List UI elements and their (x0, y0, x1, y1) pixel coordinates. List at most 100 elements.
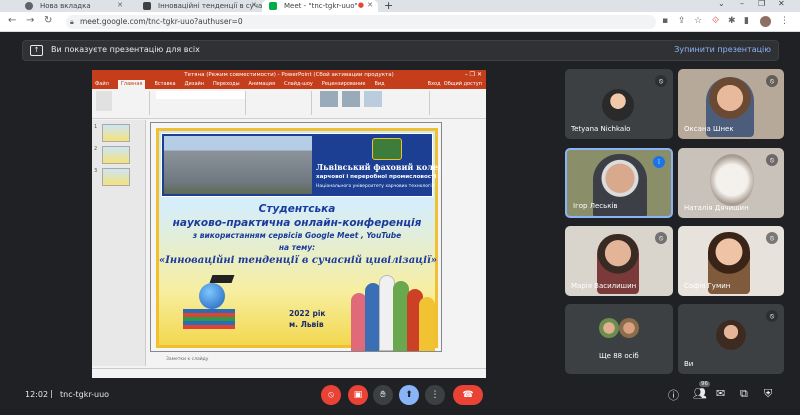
reload-icon[interactable]: ↻ (44, 15, 52, 26)
participant-name: Tetyana Nichkalo (571, 125, 631, 133)
graduation-cap-icon (209, 275, 235, 283)
mic-off-icon: ⦸ (766, 154, 778, 166)
ppt-menu-right: Вход Общий доступ (427, 81, 482, 87)
profile-avatar[interactable] (760, 16, 771, 27)
participant-name: Ви (684, 360, 694, 368)
close-window-icon[interactable]: ✕ (778, 0, 785, 8)
activities-icon[interactable]: ⧉ (740, 387, 748, 401)
participant-tile[interactable]: ⦸ Марія Василишин (565, 226, 673, 296)
mic-off-icon: ⦸ (766, 75, 778, 87)
arrange-icon (342, 91, 360, 107)
extension-icon[interactable]: ⟐ (712, 16, 719, 26)
tab-search-icon[interactable]: ▮ (744, 16, 749, 26)
close-tab-icon[interactable]: ✕ (117, 1, 123, 9)
participant-tile[interactable]: ⦸ Оксана Шнек (678, 69, 784, 139)
slide-thumbnail (102, 168, 130, 186)
close-tab-icon[interactable]: ✕ (251, 1, 257, 9)
camera-toggle-button[interactable]: ▣ (348, 385, 368, 405)
back-icon[interactable]: ← (8, 15, 16, 26)
slide-thumbnails: 1 2 3 (92, 120, 146, 366)
close-tab-icon[interactable]: ✕ (367, 1, 373, 9)
participant-name: Софія Гумин (684, 282, 731, 290)
slide-content: Львівський фаховий коледж харчової і пер… (156, 128, 442, 351)
url-text: meet.google.com/tnc-tgkr-uuo?authuser=0 (80, 17, 243, 26)
ppt-window-controls-icon: – ❐ ✕ (464, 71, 482, 78)
present-button[interactable]: ⬆ (399, 385, 419, 405)
more-participants-label: Ще 88 осіб (599, 352, 639, 360)
minimize-icon[interactable]: – (740, 0, 744, 8)
menu-icon[interactable]: ⋮ (780, 16, 789, 26)
self-tile[interactable]: ⦸ Ви (678, 304, 784, 374)
address-bar: ← → ↻ 🔒︎ meet.google.com/tnc-tgkr-uuo?au… (0, 12, 800, 32)
url-field[interactable]: 🔒︎ meet.google.com/tnc-tgkr-uuo?authuser… (66, 15, 656, 29)
paragraph-group-icon (252, 91, 312, 115)
chat-icon[interactable]: ✉︎ (716, 387, 725, 400)
shared-screen: Тетяна (Режим совместимости) - PowerPoin… (92, 70, 486, 378)
college-building-image (164, 136, 312, 194)
star-icon[interactable]: ☆ (694, 16, 702, 26)
people-icon[interactable]: 👥︎ (693, 387, 707, 400)
slide-city: м. Львів (289, 320, 324, 329)
college-emblem-icon (372, 138, 402, 160)
quick-styles-icon (364, 91, 382, 107)
participant-tile[interactable]: ⁞ Ігор Леськів (565, 148, 673, 218)
slide-year: 2022 рік (289, 309, 326, 318)
paste-icon (96, 91, 112, 111)
maximize-icon[interactable]: ❐ (758, 0, 765, 8)
browser-tab-bar: Нова вкладка ✕ Інноваційні тенденції в с… (0, 0, 800, 12)
chevron-down-icon[interactable]: ⌄ (718, 0, 725, 8)
participant-tile[interactable]: ⦸ Наталія Дячишин (678, 148, 784, 218)
avatar (599, 318, 619, 338)
presentation-banner: ↑ Ви показуєте презентацію для всіх Зупи… (22, 40, 779, 61)
shapes-icon (320, 91, 338, 107)
stop-presenting-button[interactable]: Зупинити презентацію (674, 45, 771, 54)
avatar (716, 320, 746, 350)
slide-notes: Заметки к слайду (166, 357, 209, 362)
ppt-menu-item: Вставка (154, 81, 176, 87)
tab-meet[interactable]: Meet - "tnc-tgkr-uuo" ● ✕ (262, 0, 378, 12)
host-controls-icon[interactable]: ⛨ (764, 387, 772, 401)
participant-count-badge: 96 (699, 381, 710, 387)
ppt-menu-item: Главная (117, 80, 146, 89)
ppt-ribbon (92, 89, 486, 119)
slide-canvas: Львівський фаховий коледж харчової і пер… (150, 122, 442, 352)
college-name-line1: Львівський фаховий коледж (316, 162, 442, 172)
participant-name: Марія Василишин (571, 282, 637, 290)
font-group-icon (156, 91, 246, 115)
leave-call-button[interactable]: ☎︎ (453, 385, 483, 405)
college-banner: Львівський фаховий коледж харчової і пер… (161, 133, 442, 197)
more-options-button[interactable]: ⋮ (425, 385, 445, 405)
tab-label: Інноваційні тенденції в сучасн... (158, 2, 262, 10)
participant-name: Ігор Леськів (573, 202, 618, 210)
mic-off-icon: ⦸ (655, 232, 667, 244)
ppt-menu-item: Слайд-шоу (283, 81, 313, 87)
forward-icon[interactable]: → (26, 15, 34, 26)
books-icon (183, 309, 235, 329)
more-participants-tile[interactable]: Ще 88 осіб (565, 304, 673, 374)
mic-toggle-button[interactable]: ⦸ (321, 385, 341, 405)
camera-icon[interactable]: ▪ (662, 16, 668, 26)
participant-tile[interactable]: ⦸ Tetyana Nichkalo (565, 69, 673, 139)
ppt-menu-item: Переходы (213, 81, 240, 87)
participant-tile[interactable]: ⦸ Софія Гумин (678, 226, 784, 296)
raise-hand-button[interactable]: ✋︎ (373, 385, 393, 405)
mic-off-icon: ⦸ (766, 232, 778, 244)
info-icon[interactable]: ⓘ (668, 387, 679, 403)
tab-new[interactable]: Нова вкладка ✕ (18, 0, 128, 12)
meeting-code: tnc-tgkr-uuo (60, 390, 110, 399)
college-name-line3: Національного університету харчових техн… (316, 184, 435, 189)
students-image (351, 269, 435, 351)
ppt-title: Тетяна (Режим совместимости) - PowerPoin… (184, 72, 394, 78)
slide-topic: «Інноваційні тенденції в сучасній цивілі… (159, 255, 438, 266)
tab-doc[interactable]: Інноваційні тенденції в сучасн... ✕ (136, 0, 262, 12)
avatar (619, 318, 639, 338)
avatar (602, 89, 634, 121)
ppt-menu-item: Файл (95, 81, 109, 87)
present-icon: ↑ (30, 45, 43, 56)
new-tab-icon[interactable]: + (384, 0, 393, 12)
puzzle-icon[interactable]: ✱ (728, 16, 736, 26)
presentation-message: Ви показуєте презентацію для всіх (51, 45, 200, 54)
ppt-menu-item: Вид (374, 81, 385, 87)
meeting-time: 12:02 (25, 390, 49, 399)
share-icon[interactable]: ⇪ (678, 16, 686, 26)
